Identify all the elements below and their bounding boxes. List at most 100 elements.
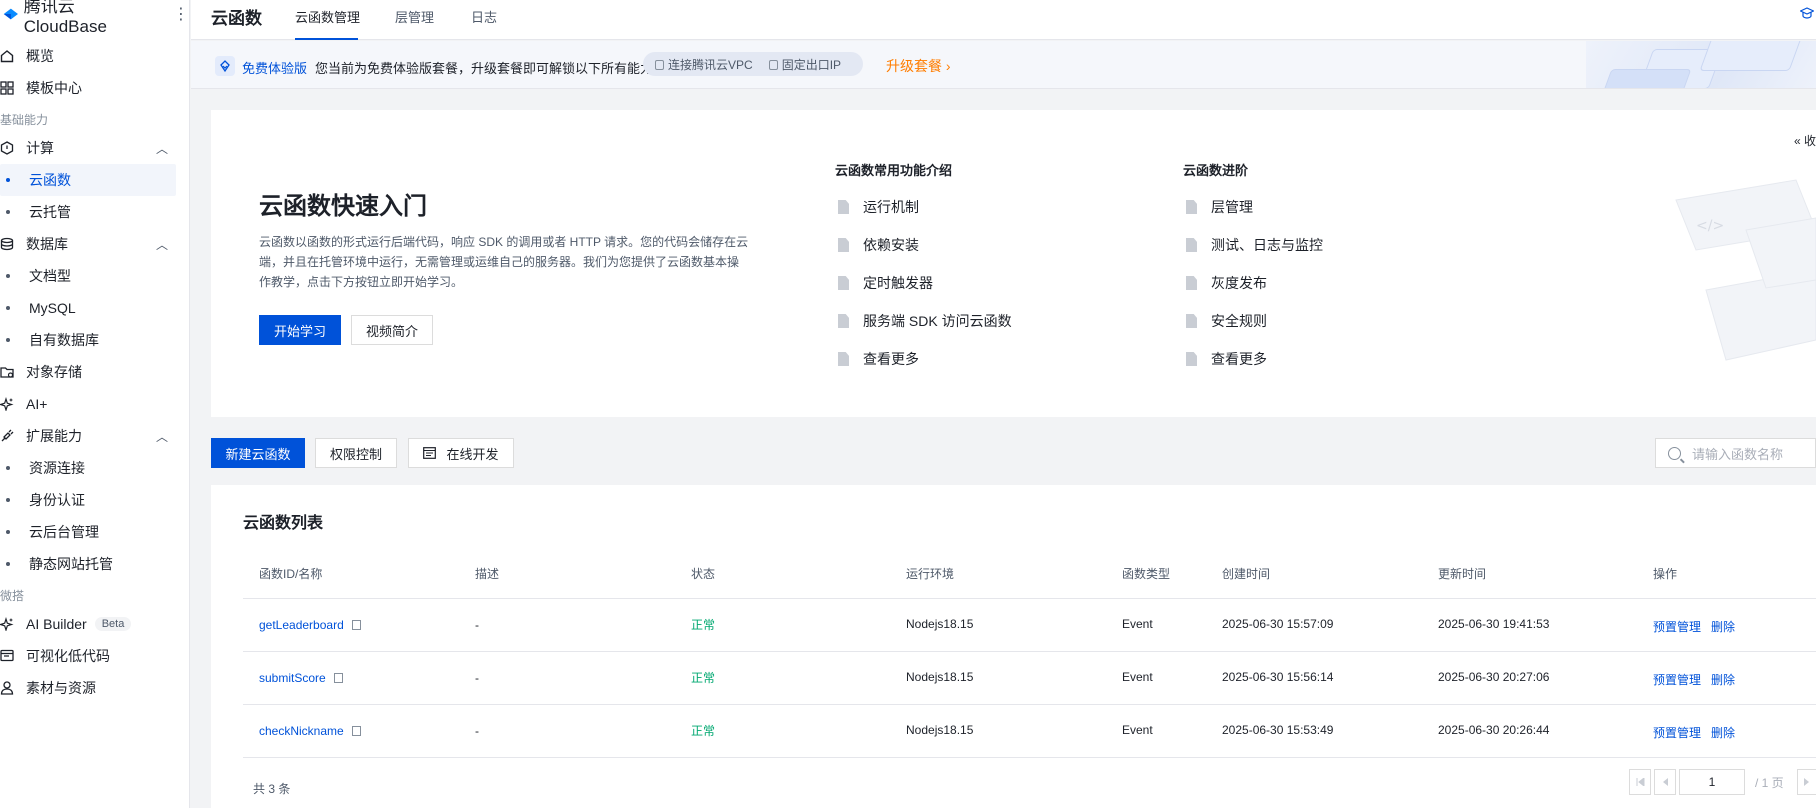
sidebar-item-ai[interactable]: AI+	[0, 388, 176, 420]
function-desc: -	[475, 724, 479, 738]
start-learning-button[interactable]: 开始学习	[259, 315, 341, 345]
sidebar-item-document-db[interactable]: 文档型	[0, 260, 176, 292]
collapse-toggle[interactable]: « 收	[1794, 132, 1816, 149]
sidebar-item-database[interactable]: 数据库 ︿	[0, 228, 176, 260]
bullet-icon	[6, 306, 10, 310]
sidebar-item-own-db[interactable]: 自有数据库	[0, 324, 176, 356]
copy-icon[interactable]	[351, 726, 361, 736]
free-plan-icon	[215, 56, 235, 76]
sidebar-item-label: 云后台管理	[29, 524, 99, 540]
function-name-link[interactable]: getLeaderboard	[259, 618, 361, 632]
provision-management-link[interactable]: 预置管理	[1653, 618, 1701, 635]
delete-link[interactable]: 删除	[1711, 724, 1735, 741]
sidebar-item-label: MySQL	[29, 300, 76, 316]
search-input[interactable]: 请输入函数名称	[1655, 438, 1816, 468]
sidebar-item-ai-builder[interactable]: AI Builder Beta	[0, 608, 176, 640]
provision-management-link[interactable]: 预置管理	[1653, 724, 1701, 741]
page-total: / 1 页	[1755, 776, 1784, 790]
total-count: 共 3 条	[253, 782, 291, 796]
sidebar-item-cloud-run[interactable]: 云托管	[0, 196, 176, 228]
plan-name[interactable]: 免费体验版	[242, 58, 307, 77]
sidebar-item-label: 数据库	[26, 236, 68, 252]
created-time: 2025-06-30 15:57:09	[1222, 617, 1334, 631]
sidebar-item-storage[interactable]: 对象存储	[0, 356, 176, 388]
sidebar-item-overview[interactable]: 概览	[0, 40, 176, 72]
sidebar-item-templates[interactable]: 模板中心	[0, 72, 176, 104]
function-list-title: 云函数列表	[243, 515, 324, 532]
beta-badge: Beta	[94, 617, 132, 631]
sparkle-icon	[0, 615, 16, 633]
chevron-up-icon[interactable]: ︿	[156, 428, 168, 445]
sidebar-item-label: 可视化低代码	[26, 648, 110, 664]
document-icon	[838, 276, 849, 290]
video-intro-button[interactable]: 视频简介	[351, 315, 433, 345]
online-dev-button[interactable]: 在线开发	[408, 438, 514, 468]
runtime: Nodejs18.15	[906, 617, 974, 631]
bullet-icon	[6, 498, 10, 502]
chevron-up-icon[interactable]: ︿	[156, 236, 168, 253]
doc-link-more[interactable]: 查看更多	[838, 349, 919, 369]
graduation-cap-icon[interactable]	[1799, 6, 1815, 23]
sidebar-item-label: 资源连接	[29, 460, 85, 476]
upgrade-link[interactable]: 升级套餐 ›	[886, 56, 951, 76]
provision-management-link[interactable]: 预置管理	[1653, 671, 1701, 688]
more-menu-icon[interactable]: ⋮	[173, 4, 189, 24]
sidebar-item-mysql[interactable]: MySQL	[0, 292, 176, 324]
brand[interactable]: 腾讯云 CloudBase ⋮	[0, 0, 189, 36]
column-header: 函数类型	[1122, 567, 1171, 581]
sidebar-item-auth[interactable]: 身份认证	[0, 484, 176, 516]
page-number-input[interactable]: 1	[1679, 769, 1745, 795]
doc-link-more-advanced[interactable]: 查看更多	[1186, 349, 1267, 369]
delete-link[interactable]: 删除	[1711, 671, 1735, 688]
copy-icon[interactable]	[351, 620, 361, 630]
sidebar-item-admin[interactable]: 云后台管理	[0, 516, 176, 548]
first-page-icon	[1636, 778, 1644, 786]
doc-link-gray-release[interactable]: 灰度发布	[1186, 273, 1267, 293]
code-editor-icon	[423, 447, 437, 459]
function-type: Event	[1122, 723, 1153, 737]
sidebar-item-lowcode[interactable]: 可视化低代码	[0, 640, 176, 672]
tab-layer-management[interactable]: 层管理	[395, 7, 434, 26]
next-page-button[interactable]	[1797, 769, 1816, 795]
sidebar-item-static-hosting[interactable]: 静态网站托管	[0, 548, 176, 580]
page-title: 云函数	[211, 9, 262, 28]
delete-link[interactable]: 删除	[1711, 618, 1735, 635]
grid-icon	[0, 79, 16, 97]
doc-link-timer-trigger[interactable]: 定时触发器	[838, 273, 933, 293]
sidebar-item-cloud-functions[interactable]: 云函数	[0, 164, 176, 196]
doc-link-server-sdk[interactable]: 服务端 SDK 访问云函数	[838, 311, 1012, 331]
chevron-up-icon[interactable]: ︿	[156, 140, 168, 157]
new-function-button[interactable]: 新建云函数	[211, 438, 305, 468]
cloudbase-logo-icon	[3, 8, 18, 20]
online-dev-label: 在线开发	[446, 446, 499, 462]
doc-link-layers[interactable]: 层管理	[1186, 197, 1253, 217]
sidebar-item-extension[interactable]: 扩展能力 ︿	[0, 420, 176, 452]
tab-logs[interactable]: 日志	[471, 7, 497, 26]
sidebar-item-assets[interactable]: 素材与资源	[0, 672, 176, 704]
created-time: 2025-06-30 15:53:49	[1222, 723, 1334, 737]
locked-feature: 固定出口IP	[768, 56, 841, 73]
sidebar-item-resource-link[interactable]: 资源连接	[0, 452, 176, 484]
copy-icon[interactable]	[333, 673, 343, 683]
bullet-icon	[6, 466, 10, 470]
sidebar: 腾讯云 CloudBase ⋮ 概览 模板中心 基础能力 计算 ︿ 云函数 云托…	[0, 0, 190, 808]
doc-link-runtime[interactable]: 运行机制	[838, 197, 919, 217]
function-name-link[interactable]: submitScore	[259, 671, 343, 685]
sidebar-item-compute[interactable]: 计算 ︿	[0, 132, 176, 164]
sidebar-item-label: 素材与资源	[26, 680, 96, 696]
document-icon	[838, 200, 849, 214]
sidebar-item-label: 对象存储	[26, 364, 82, 380]
status-badge: 正常	[691, 618, 716, 632]
first-page-button[interactable]	[1629, 769, 1651, 795]
permission-control-button[interactable]: 权限控制	[315, 438, 397, 468]
tab-function-management[interactable]: 云函数管理	[295, 7, 360, 26]
sidebar-item-label: 计算	[26, 140, 54, 156]
banner-illustration	[1586, 41, 1816, 88]
doc-link-dependencies[interactable]: 依赖安装	[838, 235, 919, 255]
doc-link-security-rules[interactable]: 安全规则	[1186, 311, 1267, 331]
column-header: 状态	[691, 567, 716, 581]
sidebar-item-label: 模板中心	[26, 80, 82, 96]
function-name-link[interactable]: checkNickname	[259, 724, 361, 738]
doc-link-testing[interactable]: 测试、日志与监控	[1186, 235, 1323, 255]
prev-page-button[interactable]	[1654, 769, 1676, 795]
